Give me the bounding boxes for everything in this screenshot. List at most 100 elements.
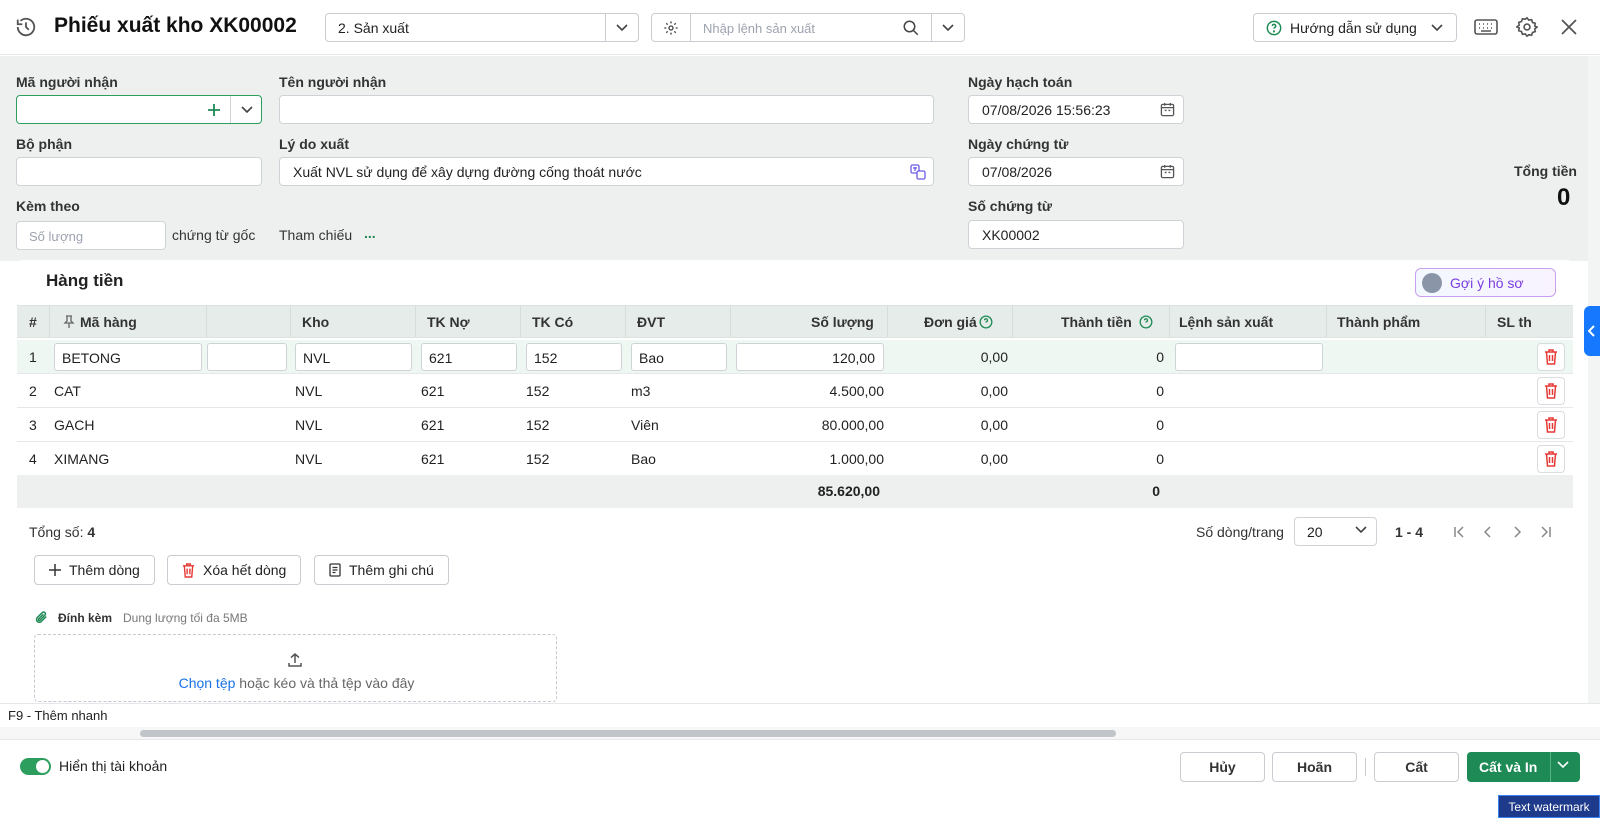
col-unit[interactable]: ĐVT (637, 314, 665, 330)
debit-account-input[interactable]: 621 (421, 343, 517, 371)
col-quantity[interactable]: Số lượng (811, 314, 874, 330)
amount-value[interactable]: 0 (1017, 451, 1164, 467)
col-production-order[interactable]: Lệnh sản xuất (1179, 314, 1273, 330)
debit-value[interactable]: 621 (421, 383, 444, 399)
show-account-toggle[interactable] (20, 758, 51, 775)
save-button[interactable]: Cất (1374, 752, 1459, 782)
vertical-scrollbar[interactable] (1588, 56, 1600, 703)
help-circle-icon[interactable] (1139, 315, 1153, 329)
debit-value[interactable]: 621 (421, 417, 444, 433)
prev-page-icon[interactable] (1481, 525, 1495, 539)
voucher-date-input[interactable]: 07/08/2026 (968, 157, 1184, 186)
recipient-code-input[interactable] (16, 95, 262, 124)
cancel-button[interactable]: Hủy (1180, 752, 1265, 782)
col-debit-account[interactable]: TK Nợ (427, 314, 470, 330)
item-code-value[interactable]: XIMANG (54, 451, 109, 467)
quantity-value[interactable]: 4.500,00 (736, 383, 885, 399)
warehouse-value[interactable]: NVL (295, 417, 322, 433)
credit-value[interactable]: 152 (526, 451, 549, 467)
col-warehouse[interactable]: Kho (302, 314, 329, 330)
next-page-icon[interactable] (1510, 525, 1524, 539)
quantity-input[interactable]: 120,00 (736, 343, 884, 371)
quantity-value[interactable]: 1.000,00 (736, 451, 885, 467)
last-page-icon[interactable] (1539, 525, 1553, 539)
scrollbar-thumb[interactable] (140, 730, 1116, 737)
unit-price-value[interactable]: 0,00 (897, 417, 1008, 433)
user-guide-button[interactable]: Hướng dẫn sử dụng (1253, 13, 1457, 42)
choose-file-link[interactable]: Chọn tệp (179, 675, 236, 691)
unit-value[interactable]: Bao (631, 451, 656, 467)
amount-value[interactable]: 0 (1017, 383, 1164, 399)
unit-price-value[interactable]: 0,00 (897, 349, 1008, 365)
chevron-down-icon[interactable] (1557, 761, 1569, 769)
plus-icon[interactable] (207, 103, 221, 117)
table-row[interactable]: 2 CAT NVL 621 152 m3 4.500,00 0,00 0 (17, 374, 1573, 408)
chevron-down-icon[interactable] (605, 14, 638, 41)
recipient-name-input[interactable] (279, 95, 934, 124)
item-code-value[interactable]: GACH (54, 417, 94, 433)
chevron-down-icon[interactable] (241, 106, 253, 114)
table-row[interactable]: 3 GACH NVL 621 152 Viên 80.000,00 0,00 0 (17, 408, 1573, 442)
gear-icon[interactable] (652, 14, 691, 41)
delete-row-button[interactable] (1537, 411, 1565, 439)
quantity-value[interactable]: 80.000,00 (736, 417, 884, 433)
voucher-type-select[interactable]: 2. Sản xuất (325, 13, 639, 42)
amount-value[interactable]: 0 (1017, 417, 1164, 433)
suggest-profile-button[interactable]: Gợi ý hồ sơ (1415, 268, 1556, 297)
item-name-input[interactable] (207, 343, 287, 371)
unit-price-value[interactable]: 0,00 (897, 451, 1008, 467)
save-and-print-button[interactable]: Cất và In (1467, 752, 1580, 782)
production-order-input[interactable] (1175, 343, 1323, 371)
delete-row-button[interactable] (1537, 445, 1565, 473)
col-unit-price[interactable]: Đơn giá (924, 314, 977, 330)
voucher-number-input[interactable]: XK00002 (968, 220, 1184, 249)
reference-link[interactable]: ... (364, 225, 376, 241)
postpone-button[interactable]: Hoãn (1272, 752, 1357, 782)
col-item-code[interactable]: Mã hàng (80, 314, 137, 330)
col-amount[interactable]: Thành tiền (1061, 314, 1132, 330)
credit-value[interactable]: 152 (526, 417, 549, 433)
side-panel-toggle[interactable] (1584, 306, 1600, 356)
calendar-icon[interactable] (1160, 164, 1175, 179)
add-note-button[interactable]: Thêm ghi chú (314, 555, 449, 585)
delete-row-button[interactable] (1537, 343, 1565, 371)
attached-count-input[interactable]: Số lượng (16, 221, 166, 250)
warehouse-input[interactable]: NVL (295, 343, 412, 371)
production-order-search[interactable]: Nhập lệnh sản xuất (651, 13, 965, 42)
calendar-icon[interactable] (1160, 102, 1175, 117)
unit-value[interactable]: Viên (631, 417, 659, 433)
delete-row-button[interactable] (1537, 377, 1565, 405)
horizontal-scrollbar[interactable] (0, 727, 1600, 739)
reason-input[interactable]: Xuất NVL sử dụng để xây dựng đường cống … (279, 157, 934, 186)
settings-icon[interactable] (1516, 16, 1538, 38)
search-icon[interactable] (902, 19, 920, 37)
table-row[interactable]: 4 XIMANG NVL 621 152 Bao 1.000,00 0,00 0 (17, 442, 1573, 476)
close-icon[interactable] (1560, 18, 1578, 36)
credit-account-input[interactable]: 152 (526, 343, 622, 371)
debit-value[interactable]: 621 (421, 451, 444, 467)
item-code-input[interactable]: BETONG (54, 343, 202, 371)
rows-per-page-select[interactable]: 20 (1294, 517, 1377, 546)
add-row-button[interactable]: Thêm dòng (34, 555, 155, 585)
help-circle-icon[interactable] (979, 315, 993, 329)
col-credit-account[interactable]: TK Có (532, 314, 573, 330)
col-sl[interactable]: SL th (1497, 314, 1532, 330)
keyboard-icon[interactable] (1474, 17, 1498, 37)
history-icon[interactable] (15, 16, 37, 38)
department-input[interactable] (16, 157, 262, 186)
first-page-icon[interactable] (1452, 525, 1466, 539)
item-code-value[interactable]: CAT (54, 383, 81, 399)
pin-icon[interactable] (63, 315, 75, 329)
clear-rows-button[interactable]: Xóa hết dòng (167, 555, 302, 585)
credit-value[interactable]: 152 (526, 383, 549, 399)
unit-price-value[interactable]: 0,00 (897, 383, 1008, 399)
file-drop-zone[interactable]: Chọn tệp hoặc kéo và thả tệp vào đây (34, 634, 557, 702)
table-row[interactable]: 1 BETONG NVL 621 152 Bao 120,00 0,00 0 (17, 340, 1573, 374)
translate-icon[interactable] (910, 164, 926, 180)
unit-value[interactable]: m3 (631, 383, 650, 399)
warehouse-value[interactable]: NVL (295, 383, 322, 399)
posting-date-input[interactable]: 07/08/2026 15:56:23 (968, 95, 1184, 124)
chevron-down-icon[interactable] (931, 14, 964, 41)
warehouse-value[interactable]: NVL (295, 451, 322, 467)
col-finished-product[interactable]: Thành phẩm (1337, 314, 1420, 330)
